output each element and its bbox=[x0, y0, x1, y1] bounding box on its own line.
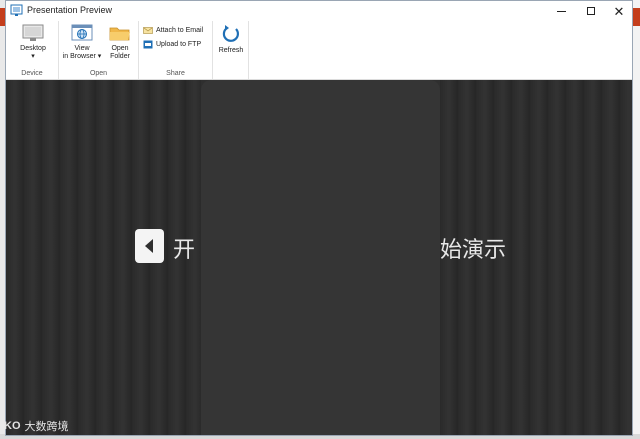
presentation-preview-icon bbox=[10, 4, 23, 16]
folder-icon bbox=[109, 27, 130, 41]
ribbon-group-refresh: Refresh bbox=[213, 21, 249, 79]
group-label-device: Device bbox=[21, 70, 43, 77]
email-attach-icon bbox=[143, 27, 153, 34]
close-icon: ✕ bbox=[613, 3, 625, 19]
watermark-logo: KO bbox=[4, 420, 21, 432]
maximize-button[interactable] bbox=[576, 1, 606, 21]
ribbon-group-share: Attach to Email Upload to FTP Share bbox=[139, 21, 213, 79]
presentation-preview-window: Presentation Preview ✕ Desktop ▾ Device bbox=[5, 0, 633, 436]
minimize-icon bbox=[556, 10, 566, 12]
group-label-share: Share bbox=[166, 70, 185, 77]
play-arrow-icon bbox=[144, 239, 153, 253]
browser-globe-icon bbox=[71, 24, 93, 41]
start-text-right: 始演示 bbox=[440, 238, 507, 263]
start-text-left: 开 bbox=[173, 238, 196, 263]
start-presentation-button[interactable] bbox=[135, 229, 164, 263]
window-title: Presentation Preview bbox=[27, 5, 113, 15]
attach-to-email-button[interactable]: Attach to Email bbox=[143, 24, 203, 37]
folder-label: Folder bbox=[110, 53, 130, 60]
ribbon-group-open: View in Browser ▾ Open Folder Open bbox=[59, 21, 139, 79]
refresh-button[interactable]: Refresh bbox=[215, 24, 247, 55]
view-in-browser-button[interactable]: View in Browser ▾ bbox=[61, 24, 103, 61]
group-label-open: Open bbox=[89, 70, 108, 77]
attach-to-email-label: Attach to Email bbox=[156, 27, 204, 34]
desktop-monitor-icon bbox=[22, 24, 44, 41]
curtain-center-panel bbox=[201, 80, 440, 435]
view-label: View bbox=[74, 45, 90, 52]
ribbon-group-device: Desktop ▾ Device bbox=[6, 21, 59, 79]
upload-to-ftp-button[interactable]: Upload to FTP bbox=[143, 38, 201, 51]
ribbon: Desktop ▾ Device View in Browser ▾ Open … bbox=[6, 21, 632, 80]
open-label: Open bbox=[111, 45, 129, 52]
ftp-icon bbox=[143, 40, 153, 49]
refresh-icon bbox=[222, 25, 239, 42]
open-folder-button[interactable]: Open Folder bbox=[105, 24, 135, 61]
desktop-dropdown-arrow: ▾ bbox=[31, 53, 35, 60]
watermark-text: 大数跨境 bbox=[24, 421, 69, 433]
watermark: KO 大数跨境 bbox=[4, 418, 69, 434]
desktop-label: Desktop bbox=[20, 45, 46, 52]
maximize-icon bbox=[587, 7, 595, 15]
upload-to-ftp-label: Upload to FTP bbox=[156, 41, 202, 48]
in-browser-label: in Browser ▾ bbox=[62, 53, 102, 60]
desktop-button[interactable]: Desktop ▾ bbox=[13, 24, 53, 61]
minimize-button[interactable] bbox=[546, 1, 576, 21]
background-app-right-edge bbox=[633, 0, 640, 439]
curtain-left bbox=[6, 80, 201, 435]
title-bar: Presentation Preview ✕ bbox=[6, 1, 632, 21]
close-button[interactable]: ✕ bbox=[604, 1, 632, 21]
refresh-label: Refresh bbox=[218, 47, 244, 54]
presentation-preview-area[interactable]: 开 始演示 bbox=[6, 80, 632, 435]
